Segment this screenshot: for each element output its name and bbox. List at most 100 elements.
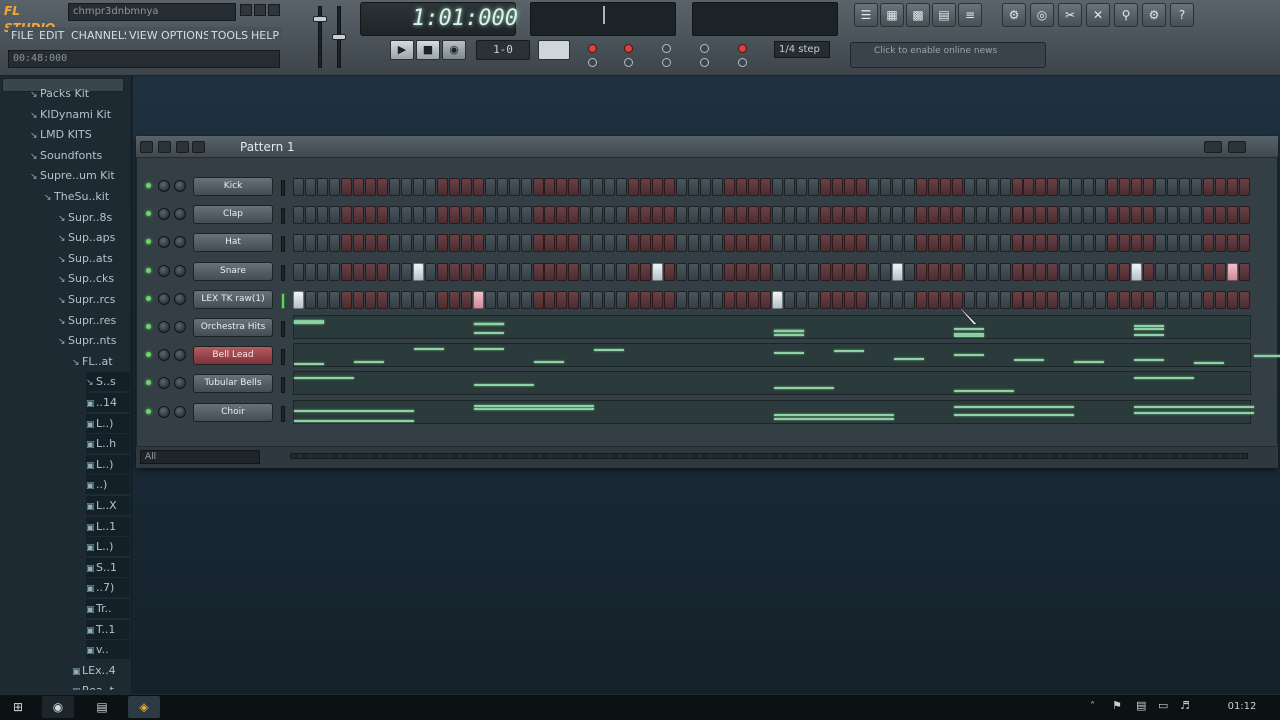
step-button[interactable] [508, 178, 520, 196]
channel-select-indicator[interactable] [281, 321, 285, 337]
channel-select-indicator[interactable] [281, 180, 285, 196]
snap-selector[interactable]: 1/4 step [774, 41, 830, 58]
channel-filter[interactable]: All [140, 450, 260, 464]
step-button[interactable] [999, 206, 1011, 225]
mini-piano-roll[interactable] [293, 315, 1251, 339]
step-button[interactable] [1167, 234, 1179, 253]
taskbar-clock[interactable]: 01:12 [1212, 700, 1272, 714]
step-button[interactable] [795, 234, 807, 253]
channel-mute-led[interactable] [146, 352, 151, 358]
step-button[interactable] [436, 234, 448, 253]
step-sequencer-icon[interactable]: ▩ [906, 3, 930, 27]
step-button[interactable] [1143, 262, 1155, 281]
browser-item[interactable]: ▣Tr.. [86, 599, 130, 618]
step-button[interactable] [400, 178, 412, 196]
step-button[interactable] [724, 234, 736, 253]
channel-volume-knob[interactable] [174, 349, 186, 362]
step-button[interactable] [556, 206, 568, 225]
step-button[interactable] [927, 206, 939, 225]
step-button[interactable] [604, 234, 616, 253]
option-dot-7[interactable] [738, 58, 747, 67]
step-button[interactable] [544, 290, 556, 309]
step-button[interactable] [1059, 206, 1071, 225]
step-button[interactable] [532, 206, 544, 225]
step-button[interactable] [688, 290, 700, 309]
step-button[interactable] [508, 206, 520, 225]
step-button[interactable] [520, 262, 532, 281]
browser-item[interactable]: ↘ FL..at [72, 352, 130, 371]
step-button[interactable] [1167, 178, 1179, 196]
step-button[interactable] [352, 178, 364, 196]
step-button[interactable] [772, 234, 783, 253]
step-button[interactable] [999, 262, 1011, 281]
step-button[interactable] [927, 262, 939, 281]
step-button[interactable] [831, 290, 843, 309]
pattern-scrollbar[interactable] [290, 453, 1248, 459]
step-button[interactable] [1011, 262, 1023, 281]
flag-icon[interactable]: ⚑ [1112, 700, 1124, 712]
step-button[interactable] [700, 262, 712, 281]
step-button[interactable] [975, 262, 987, 281]
step-button[interactable] [616, 206, 628, 225]
step-button[interactable] [460, 234, 472, 253]
step-button[interactable] [1095, 262, 1107, 281]
step-button[interactable] [664, 262, 676, 281]
step-button[interactable] [556, 234, 568, 253]
step-button[interactable] [772, 206, 783, 225]
browser-item[interactable]: ▣..) [86, 475, 130, 495]
step-button[interactable] [556, 290, 568, 309]
step-button[interactable] [376, 262, 388, 281]
step-button[interactable] [424, 234, 436, 253]
step-button[interactable] [736, 206, 748, 225]
step-button[interactable] [1155, 206, 1167, 225]
step-button[interactable] [724, 206, 736, 225]
mixer-icon[interactable]: ≡ [958, 3, 982, 27]
channel-pan-knob[interactable] [158, 180, 170, 192]
step-button[interactable] [436, 262, 448, 281]
channel-volume-knob[interactable] [174, 180, 186, 192]
seq-view-button[interactable] [158, 141, 171, 153]
explorer-icon[interactable]: ▤ [86, 696, 118, 718]
step-button[interactable] [831, 262, 843, 281]
step-button[interactable] [580, 290, 592, 309]
step-button[interactable] [1227, 234, 1239, 253]
step-button[interactable] [412, 234, 424, 253]
step-button[interactable] [963, 262, 975, 281]
step-button[interactable] [664, 178, 676, 196]
step-button[interactable] [807, 262, 819, 281]
step-button[interactable] [724, 178, 736, 196]
step-button[interactable] [1023, 206, 1035, 225]
step-button[interactable] [580, 262, 592, 281]
mini-piano-roll[interactable] [293, 371, 1251, 396]
step-button[interactable] [1215, 290, 1227, 309]
step-button[interactable] [700, 290, 712, 309]
step-button[interactable] [1047, 206, 1059, 225]
step-button[interactable] [1167, 206, 1179, 225]
step-button[interactable] [760, 290, 772, 309]
browser-item[interactable]: ↘ KIDynami Kit [30, 105, 130, 124]
settings-icon[interactable]: ⚙ [1142, 3, 1166, 27]
step-button[interactable] [831, 178, 843, 196]
step-button[interactable] [604, 290, 616, 309]
step-button[interactable] [448, 234, 460, 253]
browser-item[interactable]: ▣L..) [86, 537, 130, 557]
step-button[interactable] [436, 290, 448, 309]
step-button[interactable] [783, 178, 795, 196]
step-button[interactable] [412, 290, 424, 309]
step-button[interactable] [963, 206, 975, 225]
step-button[interactable] [424, 178, 436, 196]
step-button[interactable] [1083, 262, 1095, 281]
step-button[interactable] [640, 178, 652, 196]
step-button[interactable] [975, 178, 987, 196]
chrome-icon[interactable]: ◉ [42, 696, 74, 718]
tray-up-icon[interactable]: ˄ [1090, 702, 1100, 712]
step-button[interactable] [867, 206, 879, 225]
step-button[interactable] [831, 206, 843, 225]
step-button[interactable] [496, 206, 508, 225]
step-button[interactable] [676, 234, 688, 253]
browser-item[interactable]: ▣..14 [86, 393, 130, 412]
browser-item[interactable]: ▣L..X [86, 496, 130, 515]
step-button[interactable] [783, 206, 795, 225]
step-button[interactable] [616, 178, 628, 196]
step-button[interactable] [484, 290, 496, 309]
